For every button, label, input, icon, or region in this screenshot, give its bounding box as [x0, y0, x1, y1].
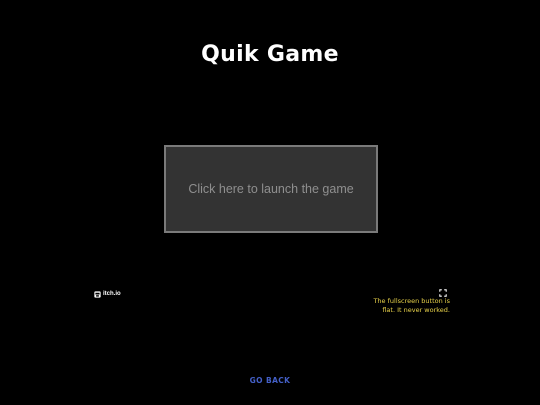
itch-io-logo[interactable]: itch.io — [94, 289, 121, 299]
itch-io-logo-text: itch.io — [103, 291, 121, 297]
launch-game-label: Click here to launch the game — [188, 182, 354, 196]
fullscreen-icon[interactable] — [439, 289, 447, 297]
launch-game-button[interactable]: Click here to launch the game — [164, 145, 378, 233]
page-title: Quik Game — [201, 42, 339, 67]
go-back-label[interactable]: GO BACK — [250, 376, 291, 385]
fullscreen-note: The fullscreen button is flat. It never … — [373, 297, 450, 314]
go-back-link[interactable]: GO BACK — [0, 376, 540, 385]
itch-io-icon — [94, 290, 101, 298]
